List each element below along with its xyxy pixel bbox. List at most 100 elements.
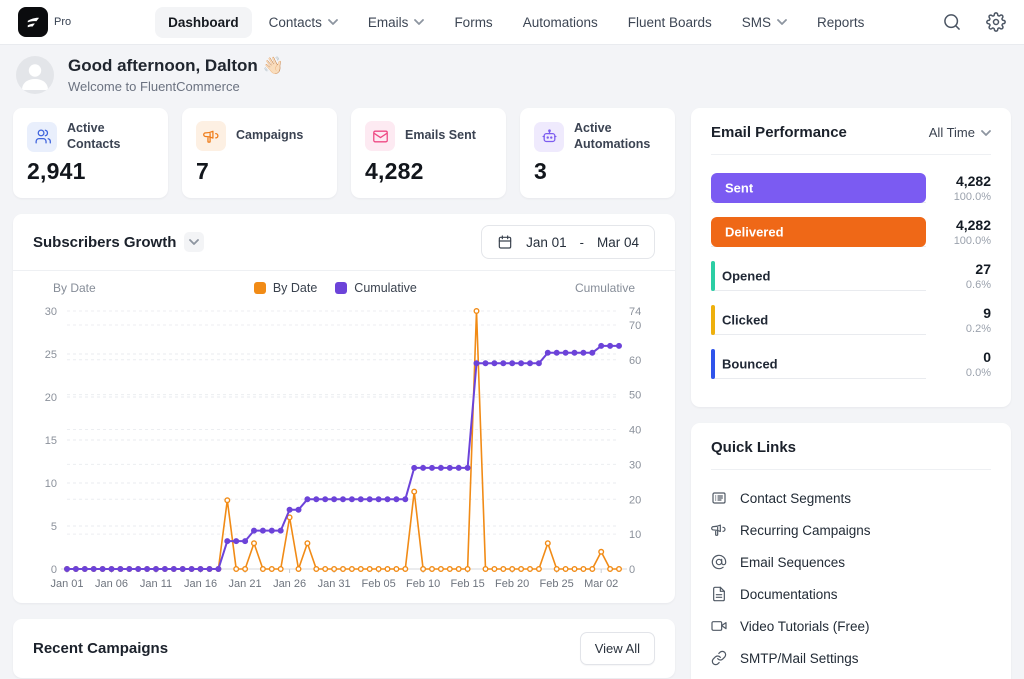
stat-value: 4,282	[365, 158, 492, 185]
svg-text:Jan 11: Jan 11	[140, 578, 172, 590]
stat-value: 3	[534, 158, 661, 185]
quick-link-recurring-campaigns[interactable]: Recurring Campaigns	[711, 514, 991, 546]
nav-item-automations[interactable]: Automations	[510, 7, 611, 38]
opened-value: 27	[939, 261, 991, 277]
nav-item-sms[interactable]: SMS	[729, 7, 800, 38]
svg-text:10: 10	[629, 529, 641, 541]
bounced-value: 0	[939, 349, 991, 365]
quick-link-contact-segments[interactable]: Contact Segments	[711, 482, 991, 514]
search-icon[interactable]	[942, 12, 962, 32]
chevron-down-icon	[777, 19, 787, 25]
users-icon	[27, 122, 57, 152]
email-performance-title: Email Performance	[711, 124, 847, 141]
sent-percent: 100.0%	[939, 191, 991, 203]
stat-value: 7	[196, 158, 323, 185]
quick-link-email-sequences[interactable]: Email Sequences	[711, 546, 991, 578]
svg-text:Feb 25: Feb 25	[540, 578, 574, 590]
stat-value: 2,941	[27, 158, 154, 185]
sent-value: 4,282	[939, 173, 991, 189]
waving-hand-emoji: 👋🏻	[263, 56, 284, 75]
perf-row-delivered: Delivered 4,282100.0%	[711, 217, 991, 247]
svg-text:Jan 01: Jan 01	[50, 578, 83, 590]
bounced-bar	[711, 349, 715, 379]
fluentcrm-logo-icon	[24, 13, 42, 31]
greeting-section: Good afternoon, Dalton 👋🏻 Welcome to Flu…	[13, 45, 1011, 108]
left-axis-title: By Date	[53, 281, 96, 295]
fluentcrm-logo[interactable]	[18, 7, 48, 37]
calendar-icon	[497, 234, 513, 250]
opened-bar	[711, 261, 715, 291]
quick-link-video-tutorials[interactable]: Video Tutorials (Free)	[711, 610, 991, 642]
svg-text:74: 74	[629, 306, 641, 318]
stats-row: Active Contacts 2,941 Campaigns 7	[13, 108, 675, 198]
svg-text:10: 10	[45, 478, 57, 490]
view-all-button[interactable]: View All	[580, 632, 655, 665]
greeting-title: Good afternoon, Dalton 👋🏻	[68, 56, 284, 76]
svg-text:Jan 26: Jan 26	[273, 578, 306, 590]
legend-swatch-orange	[254, 282, 266, 294]
svg-text:Feb 15: Feb 15	[451, 578, 485, 590]
nav-item-dashboard[interactable]: Dashboard	[155, 7, 252, 38]
contact-segments-icon	[711, 490, 727, 506]
svg-text:70: 70	[629, 320, 641, 332]
legend-cumulative[interactable]: Cumulative	[335, 281, 417, 295]
perf-row-sent: Sent 4,282100.0%	[711, 173, 991, 203]
nav-item-reports[interactable]: Reports	[804, 7, 877, 38]
growth-title-dropdown[interactable]	[184, 232, 204, 252]
svg-text:0: 0	[629, 564, 635, 576]
date-range-start: Jan 01	[526, 235, 567, 250]
avatar[interactable]	[16, 56, 54, 94]
top-navigation-bar: Pro Dashboard Contacts Emails Forms Auto…	[0, 0, 1024, 45]
quick-link-documentations[interactable]: Documentations	[711, 578, 991, 610]
svg-text:30: 30	[45, 306, 57, 318]
robot-icon	[534, 122, 564, 152]
svg-text:20: 20	[629, 494, 641, 506]
time-filter-dropdown[interactable]: All Time	[929, 125, 991, 140]
nav-item-emails[interactable]: Emails	[355, 7, 438, 38]
clicked-value: 9	[939, 305, 991, 321]
svg-text:50: 50	[629, 390, 641, 402]
nav-item-fluent-boards[interactable]: Fluent Boards	[615, 7, 725, 38]
svg-text:Jan 06: Jan 06	[95, 578, 128, 590]
stat-card-emails-sent[interactable]: Emails Sent 4,282	[351, 108, 506, 198]
envelope-icon	[365, 121, 395, 151]
nav-item-contacts[interactable]: Contacts	[256, 7, 351, 38]
greeting-subtitle: Welcome to FluentCommerce	[68, 79, 284, 94]
subscribers-growth-card: Subscribers Growth Jan 01 - Mar 04 By Da…	[13, 214, 675, 603]
svg-text:Mar 02: Mar 02	[584, 578, 618, 590]
chevron-down-icon	[189, 239, 199, 245]
perf-row-opened: Opened 270.6%	[711, 261, 991, 291]
megaphone-icon	[711, 522, 727, 538]
opened-percent: 0.6%	[939, 279, 991, 291]
recent-campaigns-card: Recent Campaigns View All	[13, 619, 675, 678]
subscribers-growth-title: Subscribers Growth	[33, 234, 176, 251]
document-icon	[711, 586, 727, 602]
recent-campaigns-title: Recent Campaigns	[33, 640, 168, 657]
stat-card-active-automations[interactable]: Active Automations 3	[520, 108, 675, 198]
svg-text:30: 30	[629, 459, 641, 471]
svg-text:0: 0	[51, 564, 57, 576]
line-chart-plot[interactable]: 05101520253001020304050607074Jan 01Jan 0…	[27, 297, 661, 597]
stat-card-campaigns[interactable]: Campaigns 7	[182, 108, 337, 198]
date-range-picker[interactable]: Jan 01 - Mar 04	[481, 225, 655, 259]
main-nav: Dashboard Contacts Emails Forms Automati…	[155, 7, 877, 38]
svg-text:Jan 16: Jan 16	[184, 578, 217, 590]
chevron-down-icon	[981, 130, 991, 136]
svg-text:Feb 05: Feb 05	[361, 578, 395, 590]
bounced-percent: 0.0%	[939, 367, 991, 379]
svg-text:Jan 31: Jan 31	[318, 578, 351, 590]
svg-text:20: 20	[45, 392, 57, 404]
delivered-percent: 100.0%	[939, 235, 991, 247]
quick-link-smtp-mail-settings[interactable]: SMTP/Mail Settings	[711, 642, 991, 674]
date-range-end: Mar 04	[597, 235, 639, 250]
perf-row-bounced: Bounced 00.0%	[711, 349, 991, 379]
nav-item-forms[interactable]: Forms	[441, 7, 505, 38]
chart-legend: By Date Cumulative	[254, 281, 417, 295]
stat-card-active-contacts[interactable]: Active Contacts 2,941	[13, 108, 168, 198]
at-sign-icon	[711, 554, 727, 570]
link-icon	[711, 650, 727, 666]
legend-by-date[interactable]: By Date	[254, 281, 317, 295]
legend-swatch-purple	[335, 282, 347, 294]
gear-icon[interactable]	[986, 12, 1006, 32]
svg-text:60: 60	[629, 355, 641, 367]
